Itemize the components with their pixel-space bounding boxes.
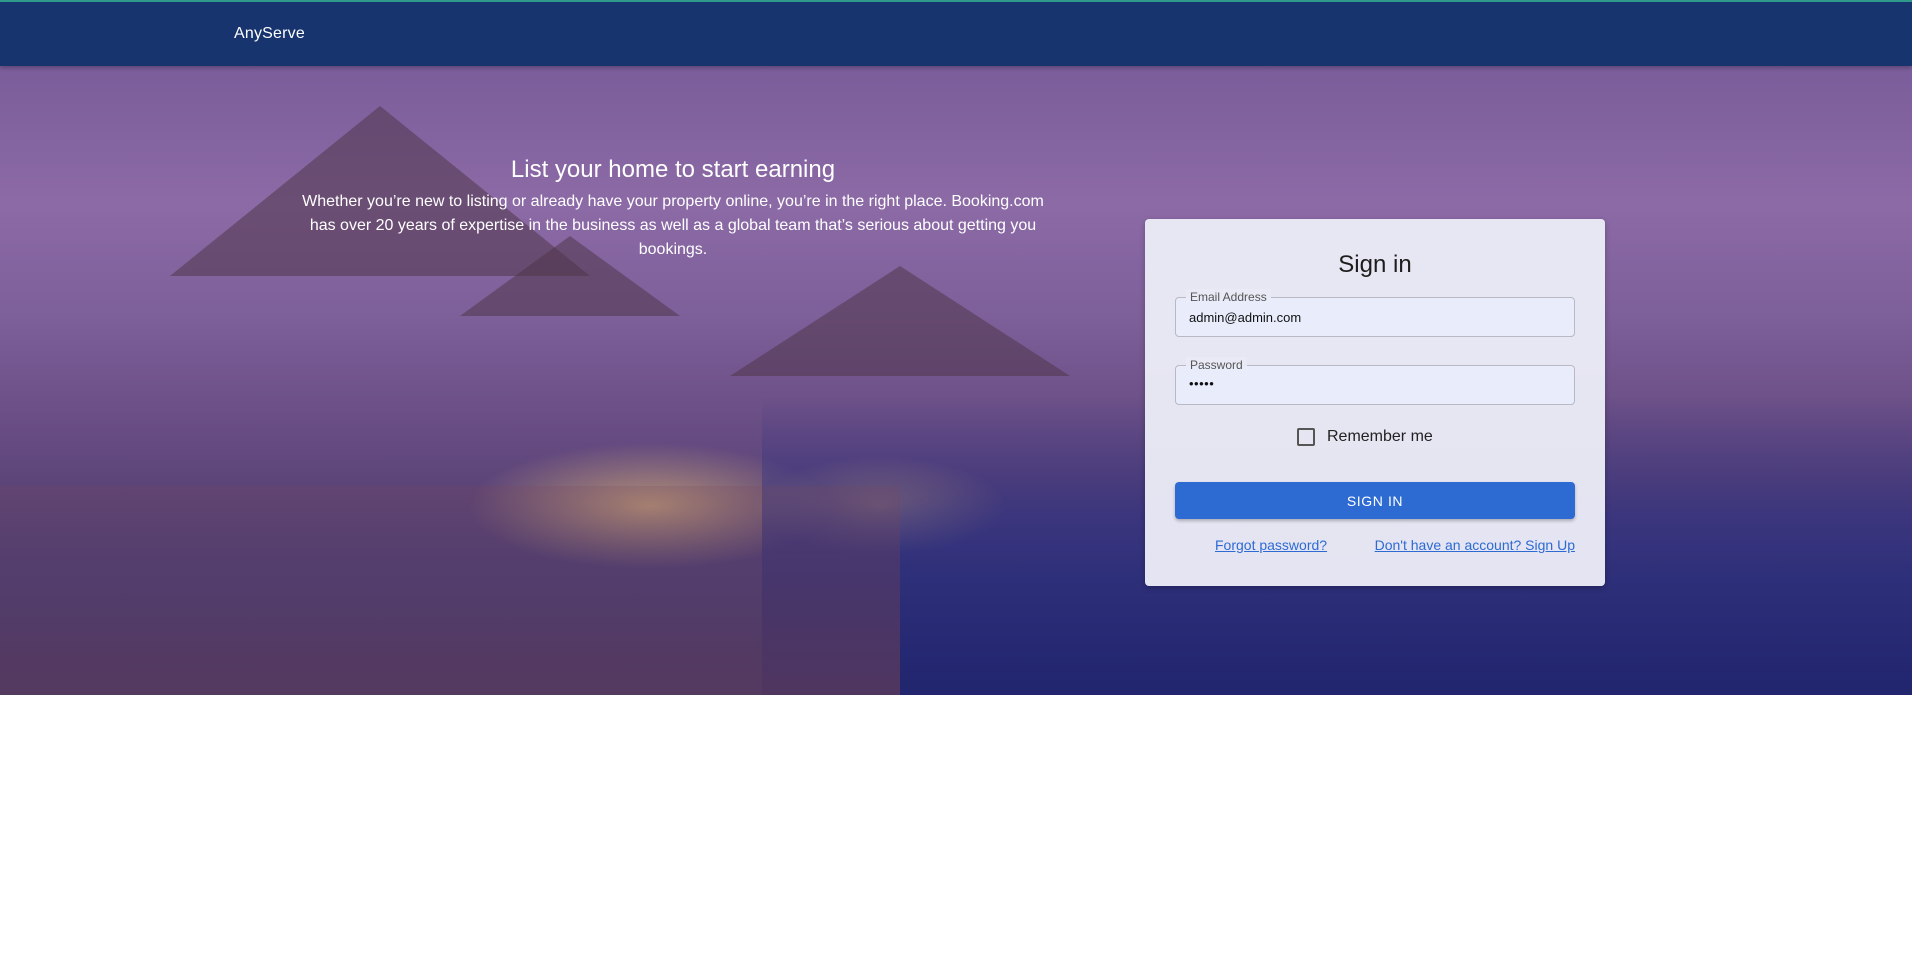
signin-title: Sign in — [1338, 251, 1412, 278]
email-value[interactable]: admin@admin.com — [1189, 310, 1301, 325]
forgot-password-link[interactable]: Forgot password? — [1215, 537, 1327, 553]
remember-me-label[interactable]: Remember me — [1327, 428, 1433, 446]
remember-me-control[interactable]: Remember me — [1297, 428, 1433, 446]
hero-background-hut — [730, 266, 1070, 376]
hero-background-deck — [0, 486, 900, 695]
hero-title: List your home to start earning — [510, 156, 836, 183]
email-field[interactable]: Email Address admin@admin.com — [1175, 289, 1575, 337]
sign-up-link[interactable]: Don't have an account? Sign Up — [1375, 537, 1575, 553]
hero-banner: List your home to start earning Whether … — [0, 66, 1912, 695]
brand-name[interactable]: AnyServe — [234, 25, 305, 43]
app-bar: AnyServe — [0, 0, 1912, 66]
password-label: Password — [1186, 357, 1247, 373]
password-value[interactable]: ••••• — [1189, 376, 1214, 391]
sign-in-button[interactable]: SIGN IN — [1175, 482, 1575, 519]
remember-me-checkbox[interactable] — [1297, 428, 1315, 446]
email-label: Email Address — [1186, 289, 1271, 305]
signin-card: Sign in Email Address admin@admin.com Pa… — [1145, 219, 1605, 586]
password-field[interactable]: Password ••••• — [1175, 357, 1575, 405]
hero-description: Whether you’re new to listing or already… — [302, 193, 1044, 258]
hero-pitch: List your home to start earning Whether … — [300, 154, 1046, 262]
